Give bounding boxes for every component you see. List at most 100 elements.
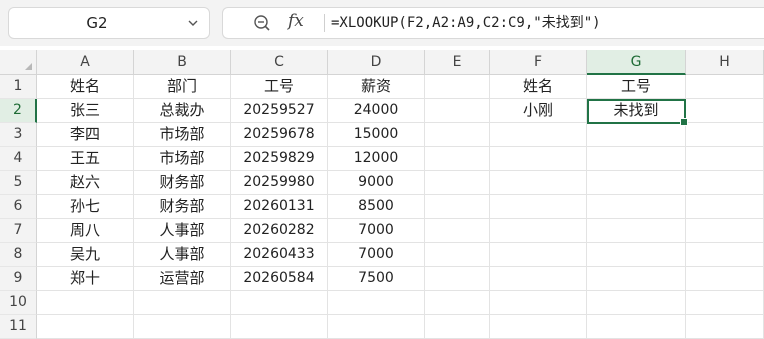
cell-c7[interactable]: 20260282 [231, 219, 328, 243]
cell-a1[interactable]: 姓名 [37, 75, 134, 99]
cell-e3[interactable] [425, 123, 490, 147]
column-header-b[interactable]: B [134, 50, 231, 75]
cell-f11[interactable] [490, 315, 587, 339]
zoom-icon[interactable] [253, 14, 271, 32]
column-header-g[interactable]: G [587, 50, 686, 75]
cell-c5[interactable]: 20259980 [231, 171, 328, 195]
cell-f9[interactable] [490, 267, 587, 291]
cell-b1[interactable]: 部门 [134, 75, 231, 99]
row-header-6[interactable]: 6 [0, 195, 37, 219]
cell-c6[interactable]: 20260131 [231, 195, 328, 219]
cell-c11[interactable] [231, 315, 328, 339]
cell-b11[interactable] [134, 315, 231, 339]
cell-a2[interactable]: 张三 [37, 99, 134, 123]
row-header-8[interactable]: 8 [0, 243, 37, 267]
cell-g10[interactable] [587, 291, 686, 315]
cell-a9[interactable]: 郑十 [37, 267, 134, 291]
cell-g6[interactable] [587, 195, 686, 219]
row-header-5[interactable]: 5 [0, 171, 37, 195]
cell-c2[interactable]: 20259527 [231, 99, 328, 123]
cell-a3[interactable]: 李四 [37, 123, 134, 147]
cell-e4[interactable] [425, 147, 490, 171]
cell-g7[interactable] [587, 219, 686, 243]
cell-a4[interactable]: 王五 [37, 147, 134, 171]
cell-g3[interactable] [587, 123, 686, 147]
cell-b10[interactable] [134, 291, 231, 315]
cell-b9[interactable]: 运营部 [134, 267, 231, 291]
cell-f4[interactable] [490, 147, 587, 171]
cell-f8[interactable] [490, 243, 587, 267]
cell-e11[interactable] [425, 315, 490, 339]
column-header-e[interactable]: E [425, 50, 490, 75]
cell-e8[interactable] [425, 243, 490, 267]
cell-f5[interactable] [490, 171, 587, 195]
column-header-d[interactable]: D [328, 50, 425, 75]
cell-d2[interactable]: 24000 [328, 99, 425, 123]
cell-b3[interactable]: 市场部 [134, 123, 231, 147]
cell-e10[interactable] [425, 291, 490, 315]
cell-e9[interactable] [425, 267, 490, 291]
row-header-3[interactable]: 3 [0, 123, 37, 147]
row-header-4[interactable]: 4 [0, 147, 37, 171]
cell-e1[interactable] [425, 75, 490, 99]
cell-d1[interactable]: 薪资 [328, 75, 425, 99]
cell-b8[interactable]: 人事部 [134, 243, 231, 267]
cell-a8[interactable]: 吴九 [37, 243, 134, 267]
column-header-a[interactable]: A [37, 50, 134, 75]
row-header-7[interactable]: 7 [0, 219, 37, 243]
cell-h4[interactable] [686, 147, 764, 171]
row-header-9[interactable]: 9 [0, 267, 37, 291]
cell-g4[interactable] [587, 147, 686, 171]
cell-g1[interactable]: 工号 [587, 75, 686, 99]
cell-b2[interactable]: 总裁办 [134, 99, 231, 123]
cell-d8[interactable]: 7000 [328, 243, 425, 267]
cell-c8[interactable]: 20260433 [231, 243, 328, 267]
cell-e6[interactable] [425, 195, 490, 219]
cell-f7[interactable] [490, 219, 587, 243]
cell-d5[interactable]: 9000 [328, 171, 425, 195]
cell-h11[interactable] [686, 315, 764, 339]
cell-h5[interactable] [686, 171, 764, 195]
cell-d11[interactable] [328, 315, 425, 339]
cell-d9[interactable]: 7500 [328, 267, 425, 291]
cell-g11[interactable] [587, 315, 686, 339]
cell-c9[interactable]: 20260584 [231, 267, 328, 291]
spreadsheet-grid[interactable]: A B C D E F G H 1 姓名 部门 工号 薪资 姓名 工号 2 张三 总裁办 20259527 24000… [0, 50, 764, 339]
cell-c3[interactable]: 20259678 [231, 123, 328, 147]
select-all-corner[interactable] [0, 50, 37, 75]
cell-a11[interactable] [37, 315, 134, 339]
row-header-11[interactable]: 11 [0, 315, 37, 339]
cell-h7[interactable] [686, 219, 764, 243]
cell-b4[interactable]: 市场部 [134, 147, 231, 171]
cell-b5[interactable]: 财务部 [134, 171, 231, 195]
cell-c10[interactable] [231, 291, 328, 315]
cell-f2[interactable]: 小刚 [490, 99, 587, 123]
cell-e7[interactable] [425, 219, 490, 243]
name-box-value[interactable]: G2 [9, 8, 185, 38]
cell-h10[interactable] [686, 291, 764, 315]
chevron-down-icon[interactable] [187, 17, 199, 29]
cell-d6[interactable]: 8500 [328, 195, 425, 219]
cell-c1[interactable]: 工号 [231, 75, 328, 99]
cell-d3[interactable]: 15000 [328, 123, 425, 147]
cell-g5[interactable] [587, 171, 686, 195]
cell-a10[interactable] [37, 291, 134, 315]
cell-a5[interactable]: 赵六 [37, 171, 134, 195]
cell-e5[interactable] [425, 171, 490, 195]
fx-icon[interactable]: fx [288, 11, 304, 31]
cell-h8[interactable] [686, 243, 764, 267]
cell-h6[interactable] [686, 195, 764, 219]
formula-bar[interactable]: fx =XLOOKUP(F2,A2:A9,C2:C9,"未找到") [222, 7, 764, 39]
cell-d4[interactable]: 12000 [328, 147, 425, 171]
cell-e2[interactable] [425, 99, 490, 123]
formula-input[interactable]: =XLOOKUP(F2,A2:A9,C2:C9,"未找到") [331, 8, 601, 38]
cell-g8[interactable] [587, 243, 686, 267]
cell-g9[interactable] [587, 267, 686, 291]
cell-h9[interactable] [686, 267, 764, 291]
cell-d10[interactable] [328, 291, 425, 315]
cell-f10[interactable] [490, 291, 587, 315]
active-cell-border[interactable] [587, 99, 688, 126]
cell-h3[interactable] [686, 123, 764, 147]
row-header-10[interactable]: 10 [0, 291, 37, 315]
cell-d7[interactable]: 7000 [328, 219, 425, 243]
